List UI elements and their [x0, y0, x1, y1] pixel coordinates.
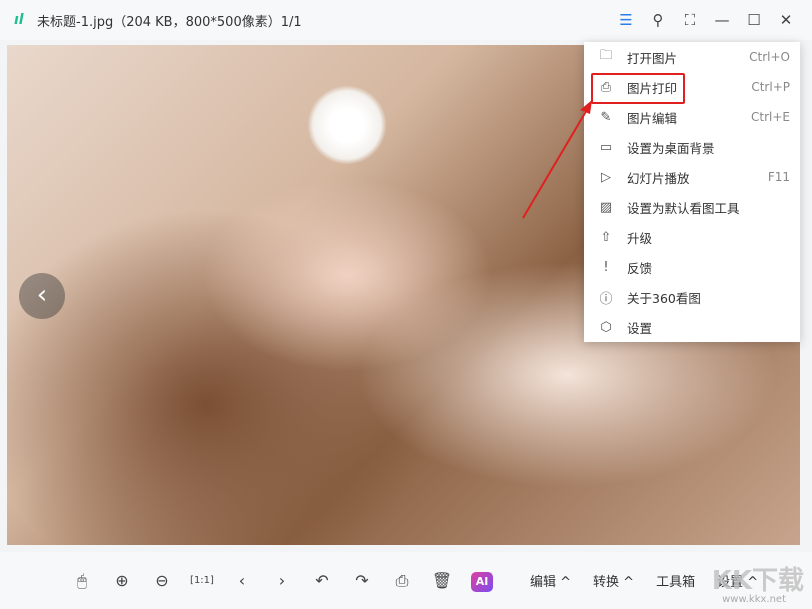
menu-item-label: 升级 [627, 230, 653, 246]
menu-item-label: 设置为桌面背景 [627, 140, 715, 156]
menu-item-label: 反馈 [627, 260, 653, 276]
menu-item[interactable]: ⓘ 关于360看图 [584, 282, 800, 312]
next-icon[interactable]: › [262, 571, 302, 590]
feedback-icon: ! [603, 259, 609, 275]
menu-item-shortcut: Ctrl+O [749, 50, 790, 64]
bottom-toolbar: 🖱 ⊕ ⊖ [1:1] ‹ › ↶ ↷ ⎙ 🗑 AI 编辑 ^ 转换 ^ 工具箱… [0, 552, 812, 609]
window-title: 未标题-1.jpg（204 KB，800*500像素）1/1 [37, 14, 302, 30]
print-icon[interactable]: ⎙ [382, 571, 422, 591]
zoom-in-icon[interactable]: ⊕ [102, 571, 142, 590]
edit-icon: ✎ [600, 109, 612, 125]
menu-item-label: 设置为默认看图工具 [627, 200, 740, 216]
minimize-icon[interactable]: — [706, 11, 738, 29]
rotate-left-icon[interactable]: ↶ [302, 571, 342, 590]
menu-item-shortcut: Ctrl+P [751, 80, 790, 94]
highlight-box [591, 73, 685, 104]
close-icon[interactable]: ✕ [770, 11, 802, 29]
menu-item-label: 打开图片 [627, 50, 678, 66]
menu-item-label: 设置 [627, 320, 653, 336]
maximize-icon[interactable]: ☐ [738, 11, 770, 29]
rotate-right-icon[interactable]: ↷ [342, 571, 382, 590]
slideshow-icon: ▷ [601, 169, 611, 185]
menu-item[interactable]: ▷ 幻灯片播放 F11 [584, 162, 800, 192]
edit-menu-button[interactable]: 编辑 ^ [530, 571, 571, 590]
delete-icon[interactable]: 🗑 [422, 571, 462, 590]
menu-item[interactable]: ✎ 图片编辑 Ctrl+E [584, 102, 800, 132]
image-icon: ▨ [599, 199, 613, 215]
menu-item[interactable]: 🗀 打开图片 Ctrl+O [584, 42, 800, 72]
convert-menu-button[interactable]: 转换 ^ [593, 571, 634, 590]
menu-icon[interactable]: ☰ [610, 11, 642, 29]
title-bar: ıl 未标题-1.jpg（204 KB，800*500像素）1/1 ☰ ⚲ ⛶ … [0, 0, 812, 40]
menu-item[interactable]: ! 反馈 [584, 252, 800, 282]
previous-image-button[interactable]: ‹ [19, 273, 65, 319]
fullscreen-icon[interactable]: ⛶ [674, 11, 706, 29]
menu-item-shortcut: Ctrl+E [751, 110, 790, 124]
zoom-out-icon[interactable]: ⊖ [142, 571, 182, 590]
photo [307, 85, 387, 165]
ai-button[interactable]: AI [462, 570, 502, 592]
previous-icon[interactable]: ‹ [222, 571, 262, 590]
menu-item-shortcut: F11 [767, 170, 790, 184]
pin-icon[interactable]: ⚲ [642, 11, 674, 29]
wallpaper-icon: ▭ [599, 139, 613, 155]
mouse-icon[interactable]: 🖱 [62, 571, 102, 591]
upgrade-icon: ⇧ [600, 229, 612, 245]
menu-item[interactable]: ⬡ 设置 [584, 312, 800, 342]
folder-icon: 🗀 [599, 48, 613, 63]
watermark-url: www.kkx.net [722, 594, 786, 605]
menu-item-label: 幻灯片播放 [627, 170, 690, 186]
menu-item[interactable]: ⇧ 升级 [584, 222, 800, 252]
watermark: KK下载 [711, 566, 804, 596]
menu-item-label: 关于360看图 [627, 290, 701, 306]
actual-size-icon[interactable]: [1:1] [182, 575, 222, 586]
toolbox-button[interactable]: 工具箱 [656, 571, 695, 590]
app-logo-icon: ıl [14, 12, 24, 28]
settings-icon: ⬡ [600, 319, 612, 335]
menu-item[interactable]: ▭ 设置为桌面背景 [584, 132, 800, 162]
ai-label: AI [471, 571, 493, 592]
menu-item[interactable]: ▨ 设置为默认看图工具 [584, 192, 800, 222]
menu-item-label: 图片编辑 [627, 110, 678, 126]
info-icon: ⓘ [599, 291, 613, 307]
